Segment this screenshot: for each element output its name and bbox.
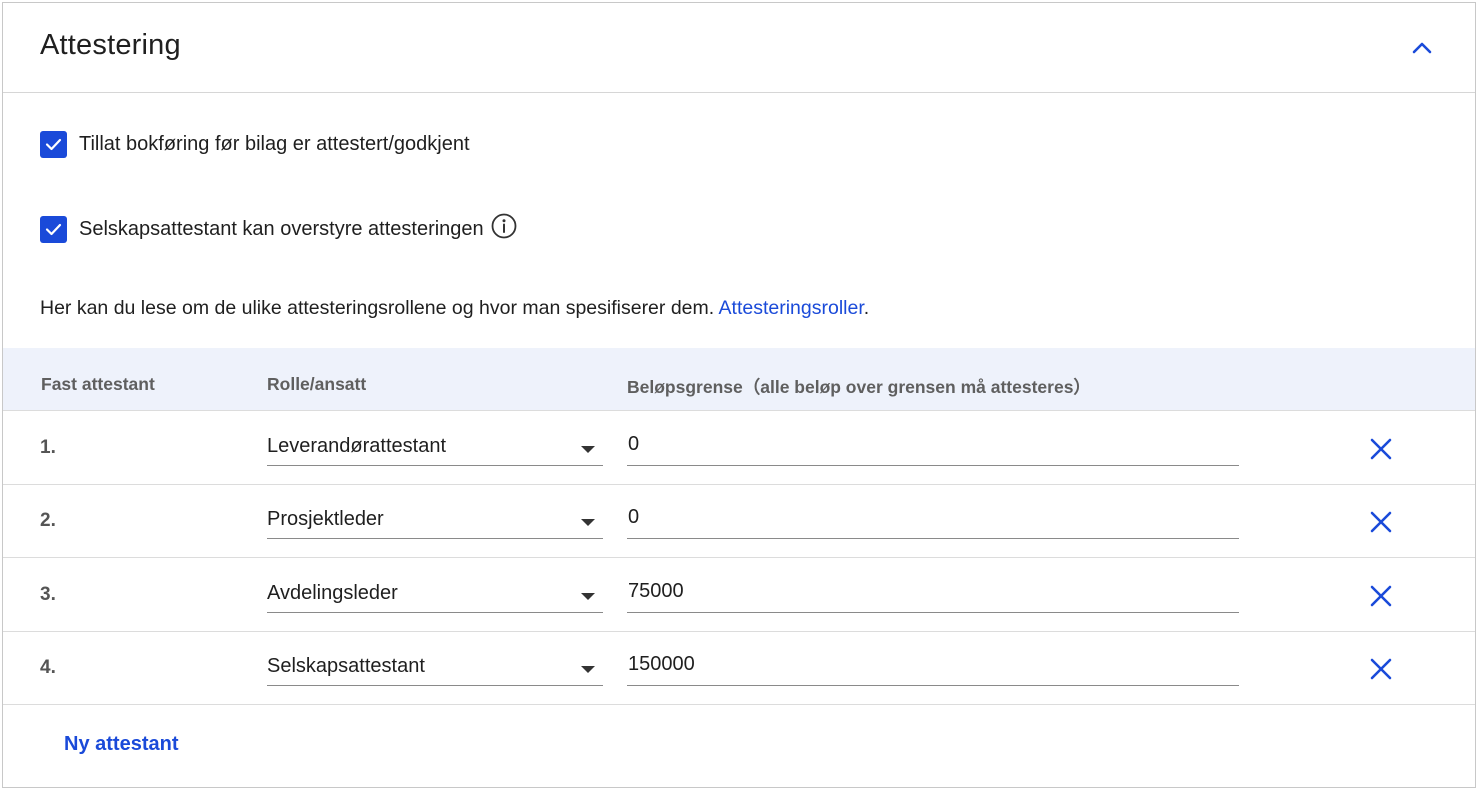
role-select[interactable]: Selskapsattestant [267, 648, 603, 686]
amount-limit-input[interactable] [627, 575, 1239, 613]
table-header: Fast attestant Rolle/ansatt Beløpsgrense… [3, 348, 1475, 411]
row-number: 3. [40, 584, 56, 605]
allow-posting-label: Tillat bokføring før bilag er attestert/… [79, 132, 470, 155]
attesteringsroller-link[interactable]: Attesteringsroller [719, 297, 864, 319]
close-icon [1370, 585, 1392, 607]
close-icon [1370, 438, 1392, 460]
company-override-checkbox[interactable] [40, 215, 67, 243]
info-icon[interactable] [490, 212, 518, 240]
option-company-override[interactable]: Selskapsattestant kan overstyre attester… [40, 212, 518, 244]
checkmark-icon [45, 138, 62, 150]
role-select[interactable]: Prosjektleder [267, 501, 603, 539]
caret-down-icon [581, 519, 595, 526]
panel-header: Attestering [3, 3, 1475, 93]
table-row: 1. Leverandørattestant [3, 412, 1475, 485]
attestering-panel: Attestering Tillat bokføring før bilag e… [2, 2, 1476, 788]
remove-row-button[interactable] [1367, 508, 1395, 536]
role-select[interactable]: Avdelingsleder [267, 575, 603, 613]
header-fast-attestant: Fast attestant [41, 374, 155, 394]
caret-down-icon [581, 446, 595, 453]
caret-down-icon [581, 593, 595, 600]
close-icon [1370, 511, 1392, 533]
company-override-label: Selskapsattestant kan overstyre attester… [79, 217, 484, 240]
allow-posting-checkbox[interactable] [40, 130, 67, 158]
option-allow-posting[interactable]: Tillat bokføring før bilag er attestert/… [40, 129, 470, 159]
row-number: 1. [40, 437, 56, 458]
remove-row-button[interactable] [1367, 582, 1395, 610]
intro-text: Her kan du lese om de ulike attesterings… [40, 297, 869, 320]
amount-limit-input[interactable] [627, 501, 1239, 539]
remove-row-button[interactable] [1367, 435, 1395, 463]
row-number: 4. [40, 657, 56, 678]
header-role: Rolle/ansatt [267, 374, 367, 394]
role-value: Selskapsattestant [267, 655, 425, 677]
caret-down-icon [581, 666, 595, 673]
table-row: 3. Avdelingsleder [3, 559, 1475, 632]
amount-limit-input[interactable] [627, 428, 1239, 466]
role-select[interactable]: Leverandørattestant [267, 428, 603, 466]
amount-limit-input[interactable] [627, 648, 1239, 686]
role-value: Leverandørattestant [267, 435, 446, 457]
collapse-button[interactable] [1407, 33, 1437, 63]
table-row: 2. Prosjektleder [3, 485, 1475, 558]
add-attestant-button[interactable]: Ny attestant [64, 733, 178, 756]
role-value: Prosjektleder [267, 508, 384, 530]
intro-body: Her kan du lese om de ulike attesterings… [40, 297, 719, 319]
checkmark-icon [45, 223, 62, 235]
table-row: 4. Selskapsattestant [3, 632, 1475, 705]
role-value: Avdelingsleder [267, 582, 398, 604]
close-icon [1370, 658, 1392, 680]
chevron-up-icon [1412, 42, 1432, 54]
header-amount-limit: Beløpsgrense（alle beløp over grensen må … [627, 377, 1091, 397]
panel-title: Attestering [40, 29, 181, 61]
row-number: 2. [40, 510, 56, 531]
intro-suffix: . [863, 297, 870, 319]
remove-row-button[interactable] [1367, 655, 1395, 683]
